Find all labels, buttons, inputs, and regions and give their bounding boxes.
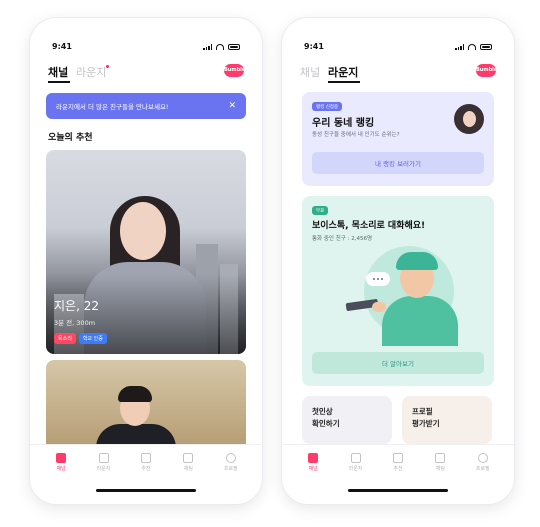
status-bar: 9:41 xyxy=(30,42,262,54)
voice-talk-card: 무료 보이스톡, 목소리로 대화해요! 통화 중인 친구 : 2,456명 더 … xyxy=(302,196,494,386)
signal-icon xyxy=(455,44,464,50)
nav-item-recommend[interactable]: 추천 xyxy=(382,453,414,472)
top-tabs: 채널 라운지 Bumble xyxy=(300,64,497,84)
voice-subtitle: 통화 중인 친구 : 2,456명 xyxy=(312,236,373,242)
lounge-icon xyxy=(98,453,109,463)
school-verified-chip: 학교 인증 xyxy=(78,333,107,344)
voice-title: 보이스톡, 목소리로 대화해요! xyxy=(312,221,426,231)
recommend-icon xyxy=(140,453,151,463)
nav-item-recommend[interactable]: 추천 xyxy=(130,453,162,472)
my-ranking-button[interactable]: 내 랭킹 보러가기 xyxy=(312,152,484,174)
wifi-icon xyxy=(468,44,476,50)
first-impression-card[interactable]: 첫인상 확인하기 xyxy=(302,396,392,444)
status-time: 9:41 xyxy=(304,42,324,51)
ranking-subtitle: 동성 친구들 중에서 내 인기도 순위는? xyxy=(312,132,400,138)
chat-icon xyxy=(435,453,446,463)
brand-logo: Bumble xyxy=(224,64,245,77)
top-tabs: 채널 라운지 Bumble xyxy=(48,64,245,84)
active-tab-indicator xyxy=(328,81,360,83)
section-title: 오늘의 추천 xyxy=(48,133,93,143)
chat-icon xyxy=(183,453,194,463)
active-tab-indicator xyxy=(48,81,70,83)
bottom-nav: 채널 라운지 추천 채팅 프로필 xyxy=(282,444,514,480)
nav-item-chat[interactable]: 채팅 xyxy=(424,453,456,472)
speech-bubble-icon xyxy=(366,272,390,286)
close-icon[interactable]: ✕ xyxy=(228,101,236,111)
brand-logo: Bumble xyxy=(476,64,497,77)
profile-icon xyxy=(225,453,236,463)
profile-rating-card[interactable]: 프로필 평가받기 xyxy=(402,396,492,444)
profile-icon xyxy=(477,453,488,463)
nav-item-chat[interactable]: 채팅 xyxy=(172,453,204,472)
ranking-title: 우리 동네 랭킹 xyxy=(312,118,375,129)
nav-item-profile[interactable]: 프로필 xyxy=(215,453,247,472)
banner-text: 라운지에서 더 많은 친구들을 만나보세요! xyxy=(56,103,169,111)
wifi-icon xyxy=(216,44,224,50)
tab-channel[interactable]: 채널 xyxy=(300,64,320,80)
status-time: 9:41 xyxy=(52,42,72,51)
profile-card-next[interactable] xyxy=(46,360,246,444)
tab-lounge[interactable]: 라운지 xyxy=(328,64,358,80)
battery-icon xyxy=(480,44,492,50)
nav-item-channel[interactable]: 채널 xyxy=(297,453,329,472)
profile-name: 지은, 22 xyxy=(54,299,99,313)
free-pill: 무료 xyxy=(312,206,329,215)
ranking-card: 랭킹 신청중 우리 동네 랭킹 동성 친구들 중에서 내 인기도 순위는? 내 … xyxy=(302,92,494,186)
battery-icon xyxy=(228,44,240,50)
nav-item-profile[interactable]: 프로필 xyxy=(467,453,499,472)
profile-card[interactable]: 지은, 22 3분 전, 300m 목소리 학교 인증 xyxy=(46,150,246,354)
recommend-icon xyxy=(392,453,403,463)
avatar xyxy=(454,104,484,134)
home-indicator xyxy=(96,489,196,492)
notification-dot xyxy=(106,65,109,68)
voice-chip: 목소리 xyxy=(54,333,76,344)
signal-icon xyxy=(203,44,212,50)
phone-left: 9:41 채널 라운지 Bumble 라운지에서 더 많은 친구들을 만나보세요… xyxy=(30,18,262,504)
nav-item-lounge[interactable]: 라운지 xyxy=(88,453,120,472)
lounge-icon xyxy=(350,453,361,463)
phone-right: 9:41 채널 라운지 Bumble 랭킹 신청중 우리 동네 랭킹 동성 친구… xyxy=(282,18,514,504)
tab-channel[interactable]: 채널 xyxy=(48,64,68,80)
home-indicator xyxy=(348,489,448,492)
profile-meta: 3분 전, 300m xyxy=(54,319,96,327)
ranking-pill: 랭킹 신청중 xyxy=(312,102,343,111)
status-bar: 9:41 xyxy=(282,42,514,54)
learn-more-button[interactable]: 더 알아보기 xyxy=(312,352,484,374)
channel-icon xyxy=(56,453,67,463)
bottom-nav: 채널 라운지 추천 채팅 프로필 xyxy=(30,444,262,480)
channel-icon xyxy=(308,453,319,463)
nav-item-lounge[interactable]: 라운지 xyxy=(340,453,372,472)
lounge-banner[interactable]: 라운지에서 더 많은 친구들을 만나보세요! ✕ xyxy=(46,93,246,119)
nav-item-channel[interactable]: 채널 xyxy=(45,453,77,472)
tab-lounge[interactable]: 라운지 xyxy=(76,64,106,80)
